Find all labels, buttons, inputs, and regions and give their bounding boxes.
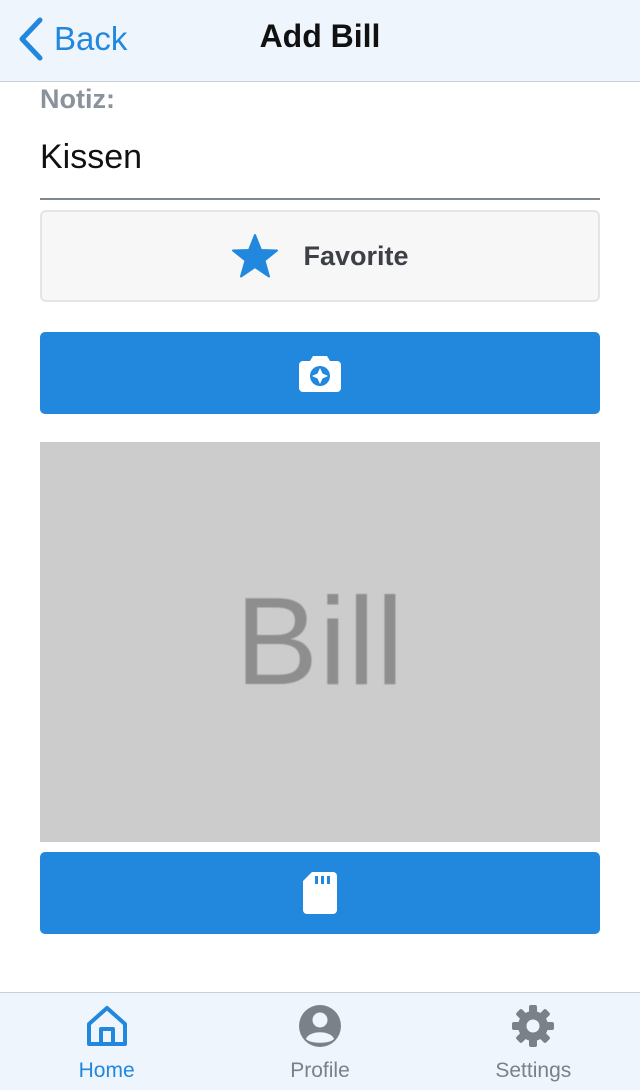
camera-icon (299, 356, 341, 392)
tab-settings[interactable]: Settings (427, 993, 640, 1090)
star-icon (232, 234, 279, 278)
page-title: Add Bill (259, 18, 381, 54)
settings-icon (512, 1005, 555, 1047)
note-label: Notiz: (40, 84, 115, 114)
navigation-bar: Back Add Bill (0, 0, 640, 82)
tab-profile[interactable]: Profile (213, 993, 426, 1090)
tab-profile-label: Profile (290, 1059, 350, 1082)
tab-settings-label: Settings (495, 1059, 572, 1082)
tab-bar: Home Profile Settings (0, 992, 640, 1090)
tab-home-label: Home (78, 1059, 135, 1082)
bill-image: Bill (40, 442, 600, 842)
home-icon (86, 1006, 127, 1046)
favorite-button[interactable]: Favorite (40, 210, 600, 302)
profile-icon (298, 1005, 341, 1047)
note-input[interactable] (40, 124, 600, 200)
sd-card-button[interactable] (40, 852, 600, 934)
sd-card-icon (303, 872, 337, 914)
camera-button[interactable] (40, 332, 600, 414)
favorite-label: Favorite (303, 240, 409, 271)
tab-home[interactable]: Home (0, 993, 213, 1090)
bill-image-text: Bill (235, 573, 405, 711)
